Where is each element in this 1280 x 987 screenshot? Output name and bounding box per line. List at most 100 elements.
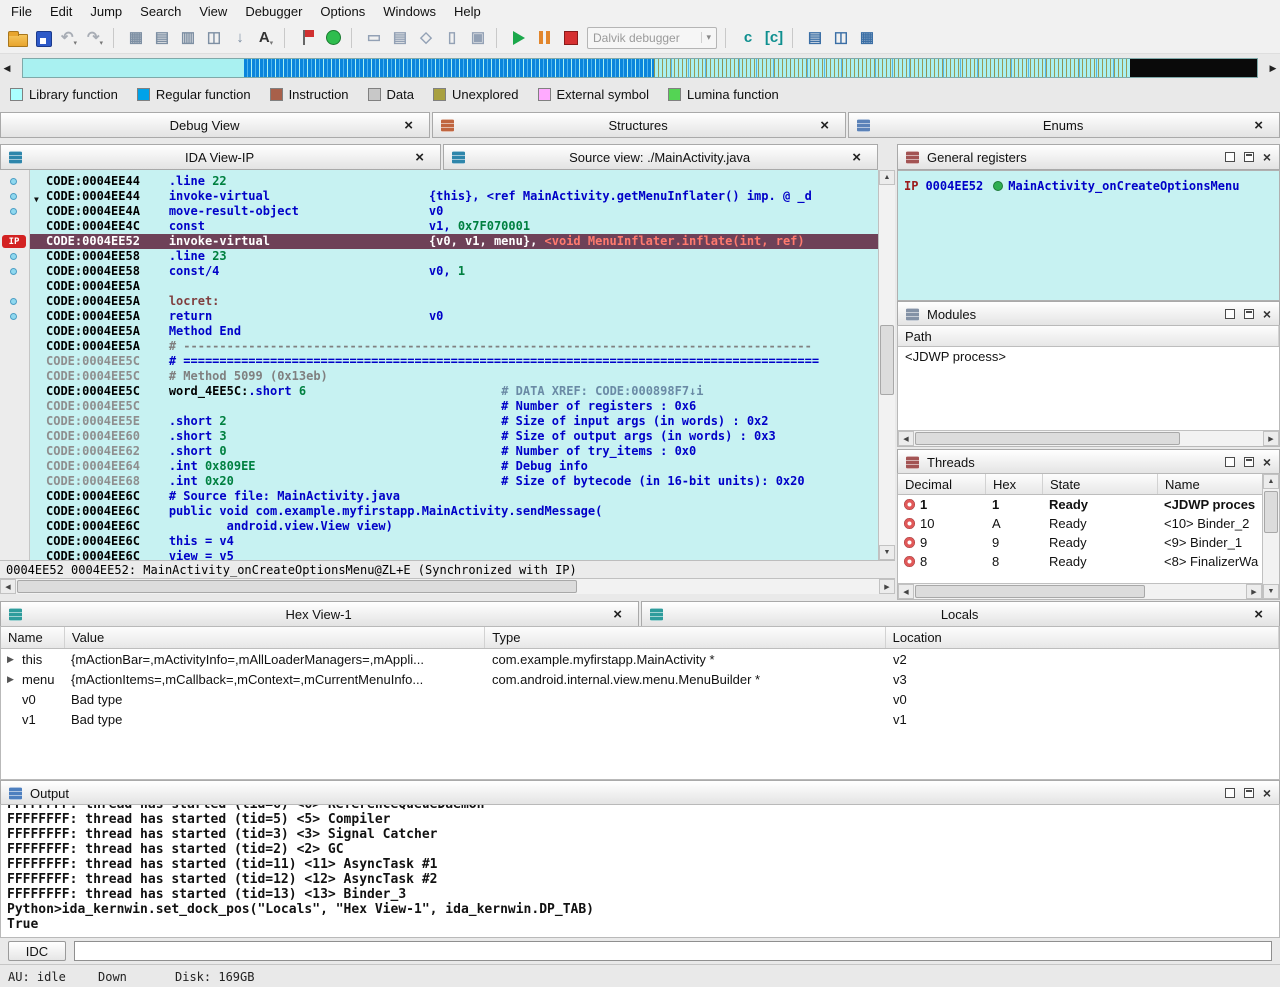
- code-line[interactable]: ▼CODE:0004EE44 invoke-virtual {this}, <r…: [30, 189, 878, 204]
- margin-line[interactable]: [0, 174, 29, 189]
- column-header-decimal[interactable]: Decimal: [898, 474, 986, 494]
- scroll-left-button[interactable]: ◀: [0, 579, 16, 594]
- margin-line[interactable]: [0, 384, 29, 399]
- breakpoint-flag-icon[interactable]: [294, 25, 320, 51]
- register-ip-value[interactable]: 0004EE52: [925, 179, 983, 193]
- column-header-path[interactable]: Path: [898, 326, 1279, 346]
- column-header-name[interactable]: Name: [1158, 474, 1264, 494]
- menu-item-options[interactable]: Options: [311, 1, 374, 22]
- code-line[interactable]: CODE:0004EE5A return v0: [30, 309, 878, 324]
- current-instruction-line[interactable]: CODE:0004EE52 invoke-virtual {v0, v1, me…: [30, 234, 878, 249]
- column-header-hex[interactable]: Hex: [986, 474, 1043, 494]
- menu-item-jump[interactable]: Jump: [81, 1, 131, 22]
- add-dock-icon[interactable]: ◫: [828, 25, 854, 51]
- redo-icon[interactable]: ↷▾: [82, 25, 108, 51]
- menu-item-view[interactable]: View: [190, 1, 236, 22]
- close-icon[interactable]: ×: [613, 607, 622, 622]
- suspend-process-button[interactable]: [532, 25, 558, 51]
- margin-line[interactable]: [0, 204, 29, 219]
- code-line[interactable]: CODE:0004EE6C view = v5: [30, 549, 878, 560]
- float-window-icon[interactable]: [1225, 788, 1235, 798]
- margin-line[interactable]: [0, 264, 29, 279]
- command-input[interactable]: [74, 941, 1272, 961]
- run-until-call-icon[interactable]: c: [735, 25, 761, 51]
- output-console[interactable]: FFFFFFFF: thread has started (tid=6) <6>…: [0, 804, 1280, 938]
- code-line[interactable]: CODE:0004EE6C public void com.example.my…: [30, 504, 878, 519]
- code-line[interactable]: CODE:0004EE58 .line 23: [30, 249, 878, 264]
- code-line[interactable]: CODE:0004EE68 .int 0x20 # Size of byteco…: [30, 474, 878, 489]
- float-window-icon[interactable]: [1225, 152, 1235, 162]
- maximize-window-icon[interactable]: [1244, 152, 1254, 162]
- code-location-dot-icon[interactable]: [10, 253, 17, 260]
- menu-item-edit[interactable]: Edit: [41, 1, 81, 22]
- modules-horizontal-scrollbar[interactable]: ◀ ▶: [898, 430, 1279, 446]
- code-line[interactable]: CODE:0004EE58 const/4 v0, 1: [30, 264, 878, 279]
- modules-titlebar[interactable]: Modules ×: [897, 301, 1280, 327]
- dock-tab-debug-view[interactable]: Debug View ×: [0, 112, 430, 138]
- windows-list-icon[interactable]: ▤: [802, 25, 828, 51]
- tracing-icon[interactable]: ◇: [413, 25, 439, 51]
- code-location-dot-icon[interactable]: [10, 298, 17, 305]
- float-window-icon[interactable]: [1225, 309, 1235, 319]
- margin-line[interactable]: [0, 429, 29, 444]
- scroll-up-button[interactable]: ▲: [879, 170, 895, 185]
- dock-tab-source-view[interactable]: Source view: ./MainActivity.java ×: [443, 144, 878, 170]
- disassembly-code[interactable]: CODE:0004EE44 .line 22▼CODE:0004EE44 inv…: [30, 170, 878, 560]
- margin-line[interactable]: [0, 504, 29, 519]
- continue-process-button[interactable]: [506, 25, 532, 51]
- close-icon[interactable]: ×: [1263, 788, 1271, 798]
- code-location-dot-icon[interactable]: [10, 178, 17, 185]
- column-header-name[interactable]: Name: [1, 627, 65, 648]
- dock-tab-enums[interactable]: Enums ×: [848, 112, 1280, 138]
- code-line[interactable]: CODE:0004EE60 .short 3 # Size of output …: [30, 429, 878, 444]
- margin-line[interactable]: [0, 279, 29, 294]
- strings-window-icon[interactable]: ◫: [201, 25, 227, 51]
- navigation-band[interactable]: [22, 58, 1258, 78]
- scroll-left-button[interactable]: ◀: [898, 431, 914, 446]
- margin-line[interactable]: IP: [0, 234, 29, 249]
- column-header-value[interactable]: Value: [65, 627, 485, 648]
- breakpoints-list-icon[interactable]: ▭: [361, 25, 387, 51]
- scrollbar-thumb[interactable]: [1264, 491, 1278, 533]
- column-header-location[interactable]: Location: [886, 627, 1279, 648]
- margin-line[interactable]: [0, 534, 29, 549]
- expand-arrow-icon[interactable]: ▶: [7, 674, 16, 685]
- save-icon[interactable]: [30, 25, 56, 51]
- margin-line[interactable]: [0, 189, 29, 204]
- process-running-icon[interactable]: [320, 25, 346, 51]
- run-until-return-icon[interactable]: [c]: [761, 25, 787, 51]
- disassembly-vertical-scrollbar[interactable]: ▲ ▼: [878, 170, 895, 560]
- scrollbar-thumb[interactable]: [915, 432, 1180, 445]
- close-icon[interactable]: ×: [404, 118, 413, 133]
- margin-line[interactable]: [0, 444, 29, 459]
- maximize-window-icon[interactable]: [1244, 788, 1254, 798]
- code-line[interactable]: CODE:0004EE6C android.view.View view): [30, 519, 878, 534]
- watch-view-icon[interactable]: ▤: [387, 25, 413, 51]
- close-icon[interactable]: ×: [1254, 118, 1263, 133]
- close-icon[interactable]: ×: [1254, 607, 1263, 622]
- code-line[interactable]: CODE:0004EE6C # Source file: MainActivit…: [30, 489, 878, 504]
- code-line[interactable]: CODE:0004EE5A locret:: [30, 294, 878, 309]
- menu-item-file[interactable]: File: [2, 1, 41, 22]
- thread-row[interactable]: 11Ready<JDWP proces: [898, 495, 1279, 514]
- scroll-right-button[interactable]: ▶: [1246, 584, 1262, 599]
- scroll-left-button[interactable]: ◀: [898, 584, 914, 599]
- thread-row[interactable]: 10AReady<10> Binder_2: [898, 514, 1279, 533]
- dock-tab-locals[interactable]: Locals ×: [641, 601, 1280, 627]
- margin-line[interactable]: [0, 459, 29, 474]
- margin-line[interactable]: [0, 339, 29, 354]
- margin-line[interactable]: [0, 414, 29, 429]
- registers-view-icon[interactable]: ▣: [465, 25, 491, 51]
- close-icon[interactable]: ×: [1263, 152, 1271, 162]
- register-symbol-link[interactable]: MainActivity_onCreateOptionsMenu: [1008, 179, 1239, 193]
- undo-icon[interactable]: ↶▾: [56, 25, 82, 51]
- close-icon[interactable]: ×: [1263, 457, 1271, 467]
- local-variable-row[interactable]: ▶this{mActionBar=,mActivityInfo=,mAllLoa…: [1, 649, 1279, 669]
- code-line[interactable]: CODE:0004EE5A: [30, 279, 878, 294]
- close-icon[interactable]: ×: [1263, 309, 1271, 319]
- margin-line[interactable]: [0, 219, 29, 234]
- margin-line[interactable]: [0, 309, 29, 324]
- threads-titlebar[interactable]: Threads ×: [897, 449, 1280, 475]
- margin-line[interactable]: [0, 474, 29, 489]
- margin-line[interactable]: [0, 399, 29, 414]
